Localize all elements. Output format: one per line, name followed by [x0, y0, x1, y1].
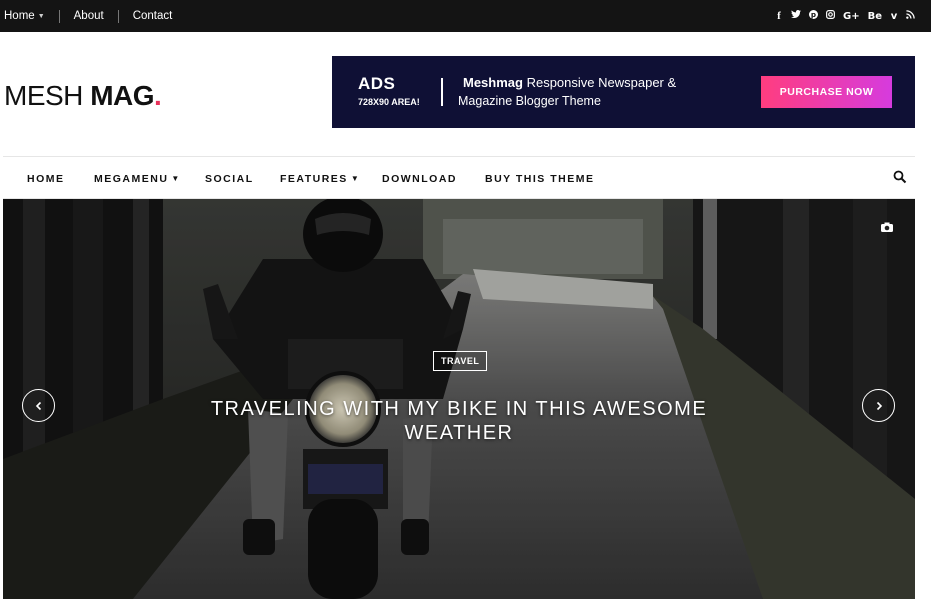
purchase-now-button[interactable]: PURCHASE NOW: [761, 76, 892, 108]
ad-banner[interactable]: ADS 728X90 AREA! Meshmag Responsive News…: [332, 56, 915, 128]
top-bar: Home ▼ About Contact f p G+ Be v: [0, 0, 931, 32]
instagram-icon[interactable]: [826, 10, 835, 22]
search-icon[interactable]: [893, 170, 907, 184]
hero-slider: TRAVEL TRAVELING WITH MY BIKE IN THIS AW…: [3, 199, 915, 599]
top-nav-contact-label: Contact: [132, 10, 173, 22]
caret-down-icon: ▼: [350, 174, 361, 183]
nav-item-buy-theme[interactable]: BUY THIS THEME: [485, 157, 594, 200]
top-nav: Home ▼ About Contact: [0, 0, 172, 32]
camera-icon[interactable]: [881, 219, 893, 232]
nav-item-megamenu[interactable]: MEGAMENU ▼: [94, 157, 181, 200]
twitter-icon[interactable]: [791, 10, 801, 22]
ad-title: ADS: [358, 74, 396, 93]
caret-down-icon: ▼: [171, 174, 181, 183]
site-logo[interactable]: MESH MAG.: [4, 80, 162, 112]
ad-line1-rest: Responsive Newspaper &: [522, 75, 677, 90]
chevron-left-icon: [34, 398, 44, 414]
top-nav-about-label: About: [73, 10, 104, 22]
top-nav-contact[interactable]: Contact: [133, 10, 173, 22]
slider-next-button[interactable]: [862, 389, 895, 422]
divider: [117, 9, 119, 23]
nav-item-features-label: FEATURES: [280, 172, 348, 185]
nav-item-megamenu-label: MEGAMENU: [94, 172, 169, 185]
pinterest-icon[interactable]: p: [809, 10, 818, 22]
nav-item-features[interactable]: FEATURES ▼: [280, 157, 360, 200]
top-nav-home-label: Home: [4, 10, 35, 22]
svg-text:p: p: [811, 10, 816, 19]
social-links: f p G+ Be v: [775, 0, 915, 32]
logo-part1: MESH: [4, 80, 83, 111]
behance-icon[interactable]: Be: [868, 11, 882, 22]
ad-line1: Meshmag Responsive Newspaper &: [463, 75, 676, 90]
nav-item-social[interactable]: SOCIAL: [205, 157, 254, 200]
chevron-right-icon: [874, 398, 884, 414]
category-badge[interactable]: TRAVEL: [433, 351, 488, 371]
vimeo-icon[interactable]: v: [890, 11, 898, 22]
ad-divider: [441, 78, 443, 106]
hero-title[interactable]: TRAVELING WITH MY BIKE IN THIS AWESOME W…: [199, 397, 719, 445]
ad-area-label: 728X90 AREA!: [358, 97, 420, 107]
slider-prev-button[interactable]: [22, 389, 55, 422]
rss-icon[interactable]: [906, 10, 915, 22]
ad-line2: Magazine Blogger Theme: [458, 94, 601, 108]
nav-item-home[interactable]: HOME: [27, 157, 65, 200]
ad-line1-bold: Meshmag: [463, 75, 523, 90]
main-nav: HOME MEGAMENU ▼ SOCIAL FEATURES ▼ DOWNLO…: [3, 156, 915, 199]
nav-item-download[interactable]: DOWNLOAD: [382, 157, 457, 200]
top-nav-about[interactable]: About: [74, 10, 104, 22]
top-nav-home[interactable]: Home ▼: [4, 10, 45, 22]
logo-part2: MAG: [90, 80, 155, 111]
divider: [58, 9, 60, 23]
facebook-icon[interactable]: f: [775, 10, 783, 22]
logo-dot: .: [154, 80, 162, 111]
chevron-down-icon: ▼: [37, 12, 45, 20]
googleplus-icon[interactable]: G+: [843, 11, 860, 22]
